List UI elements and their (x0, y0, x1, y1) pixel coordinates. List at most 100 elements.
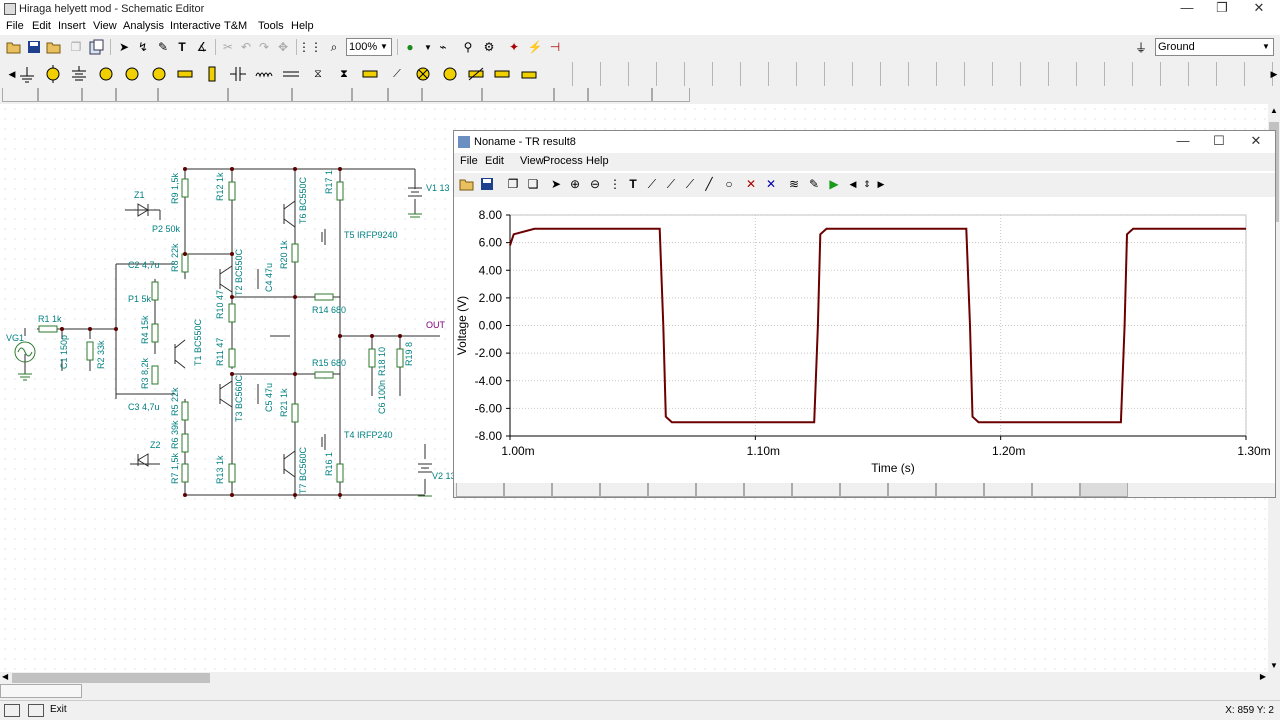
component-tab[interactable] (482, 88, 554, 102)
instrument-icon[interactable]: ⚙ (480, 38, 498, 56)
resistor-icon[interactable] (173, 62, 197, 86)
exit-button[interactable]: Exit (50, 704, 67, 715)
circle-icon[interactable]: ○ (720, 175, 738, 193)
undo-icon[interactable]: ↶ (237, 38, 255, 56)
transformer-icon[interactable] (279, 62, 303, 86)
sheet-tab[interactable] (0, 684, 82, 698)
current-meter-icon[interactable] (147, 62, 171, 86)
menu-tools[interactable]: Tools (258, 20, 284, 32)
maximize-button[interactable]: ❐ (1205, 0, 1239, 18)
result-tab[interactable] (792, 483, 840, 497)
scroll-thumb[interactable] (12, 673, 210, 683)
text-tool-icon[interactable]: T (173, 38, 191, 56)
meter-voltage-icon[interactable] (438, 62, 462, 86)
result-minimize-button[interactable]: — (1166, 133, 1200, 151)
probe-icon[interactable]: ✎ (805, 175, 823, 193)
menu-file[interactable]: File (6, 20, 24, 32)
grid-icon[interactable]: ⋮⋮ (298, 38, 322, 56)
move-icon[interactable]: ✥ (274, 38, 292, 56)
open-icon[interactable] (458, 175, 476, 193)
close-button[interactable]: ✕ (1242, 0, 1276, 18)
result-menu-help[interactable]: Help (586, 155, 609, 167)
component-tab[interactable] (158, 88, 228, 102)
component-tab[interactable] (554, 88, 588, 102)
scroll-right-icon[interactable]: ▶ (1262, 62, 1280, 86)
component-tab[interactable] (292, 88, 352, 102)
probe-icon[interactable]: ⌁ (434, 38, 452, 56)
cursor-a-icon[interactable]: ⟋ (643, 175, 661, 193)
resistor-var-icon[interactable] (490, 62, 514, 86)
pencil-icon[interactable]: ✎ (154, 38, 172, 56)
select-arrow-icon[interactable]: ➤ (547, 175, 565, 193)
meter-icon[interactable]: ⚲ (459, 38, 477, 56)
copy-icon[interactable]: ❐ (67, 38, 85, 56)
cursor-c-icon[interactable]: ⟋ (681, 175, 699, 193)
result-tab[interactable] (504, 483, 552, 497)
result-menu-edit[interactable]: Edit (485, 155, 504, 167)
lamp-icon[interactable] (411, 62, 435, 86)
result-tab[interactable] (648, 483, 696, 497)
component-tab[interactable] (652, 88, 690, 102)
menu-tm[interactable]: T&M (224, 20, 247, 32)
component-tab[interactable] (82, 88, 116, 102)
component-tab[interactable] (228, 88, 292, 102)
result-tab[interactable] (744, 483, 792, 497)
minimize-button[interactable]: — (1170, 0, 1204, 18)
marker-icon[interactable]: ✕ (742, 175, 760, 193)
analyzer-icon[interactable] (4, 704, 20, 717)
save-icon[interactable] (25, 38, 43, 56)
inductor-icon[interactable] (253, 62, 277, 86)
relay-icon[interactable]: ⟋ (385, 62, 409, 86)
result-tab[interactable] (888, 483, 936, 497)
result-tab[interactable] (456, 483, 504, 497)
zoom-out-icon[interactable]: ⊖ (586, 175, 604, 193)
zoom-in-icon[interactable]: ⊕ (566, 175, 584, 193)
interactive-icon[interactable]: ⚡ (526, 38, 544, 56)
cursor-b-icon[interactable]: ⟋ (662, 175, 680, 193)
result-menu-file[interactable]: File (460, 155, 478, 167)
copy-icon[interactable]: ❐ (504, 175, 522, 193)
coupled-inductor-icon[interactable]: ⧖ (306, 62, 330, 86)
save-icon[interactable] (478, 175, 496, 193)
menu-view[interactable]: View (93, 20, 117, 32)
paste-icon[interactable] (87, 38, 105, 56)
menu-help[interactable]: Help (291, 20, 314, 32)
result-maximize-button[interactable]: ☐ (1202, 133, 1236, 151)
impedance-icon[interactable] (517, 62, 541, 86)
component-tab[interactable] (422, 88, 482, 102)
ac-source-icon[interactable] (94, 62, 118, 86)
battery-icon[interactable] (67, 62, 91, 86)
ground-icon[interactable] (15, 62, 39, 86)
result-tab[interactable] (600, 483, 648, 497)
marker-b-icon[interactable]: ✕ (762, 175, 780, 193)
result-tab-active[interactable] (1080, 483, 1128, 497)
horizontal-scrollbar[interactable]: ◀ ▶ (0, 672, 1268, 684)
ground-place-icon[interactable]: ⏚ (1132, 38, 1150, 56)
fuse-icon[interactable] (358, 62, 382, 86)
component-select[interactable]: Ground ▼ (1155, 38, 1274, 56)
grid-icon[interactable]: ⋮ (606, 175, 624, 193)
menu-edit[interactable]: Edit (32, 20, 51, 32)
menu-insert[interactable]: Insert (58, 20, 86, 32)
result-tab[interactable] (984, 483, 1032, 497)
wire-tool-icon[interactable]: ↯ (134, 38, 152, 56)
current-source-icon[interactable] (120, 62, 144, 86)
result-tab[interactable] (1032, 483, 1080, 497)
run-icon[interactable]: ▶ (825, 175, 843, 193)
voltage-source-icon[interactable] (41, 62, 65, 86)
marker-icon[interactable]: ✦ (505, 38, 523, 56)
text-icon[interactable]: T (624, 175, 642, 193)
potentiometer-icon[interactable] (464, 62, 488, 86)
result-tab[interactable] (552, 483, 600, 497)
component-tab[interactable] (2, 88, 38, 102)
capacitor-icon[interactable] (226, 62, 250, 86)
scope-icon[interactable] (28, 704, 44, 717)
result-tab[interactable] (840, 483, 888, 497)
zoom-select[interactable]: 100% ▼ (346, 38, 392, 56)
formula-icon[interactable]: ∡ (193, 38, 211, 56)
curve-icon[interactable]: ≋ (785, 175, 803, 193)
component-tab[interactable] (38, 88, 82, 102)
plot-area[interactable]: 8.00 6.00 4.00 2.00 0.00 -2.00 -4.00 -6.00 -8.00… (454, 197, 1275, 481)
dc-analysis-icon[interactable]: ● (401, 38, 419, 56)
result-tab[interactable] (696, 483, 744, 497)
